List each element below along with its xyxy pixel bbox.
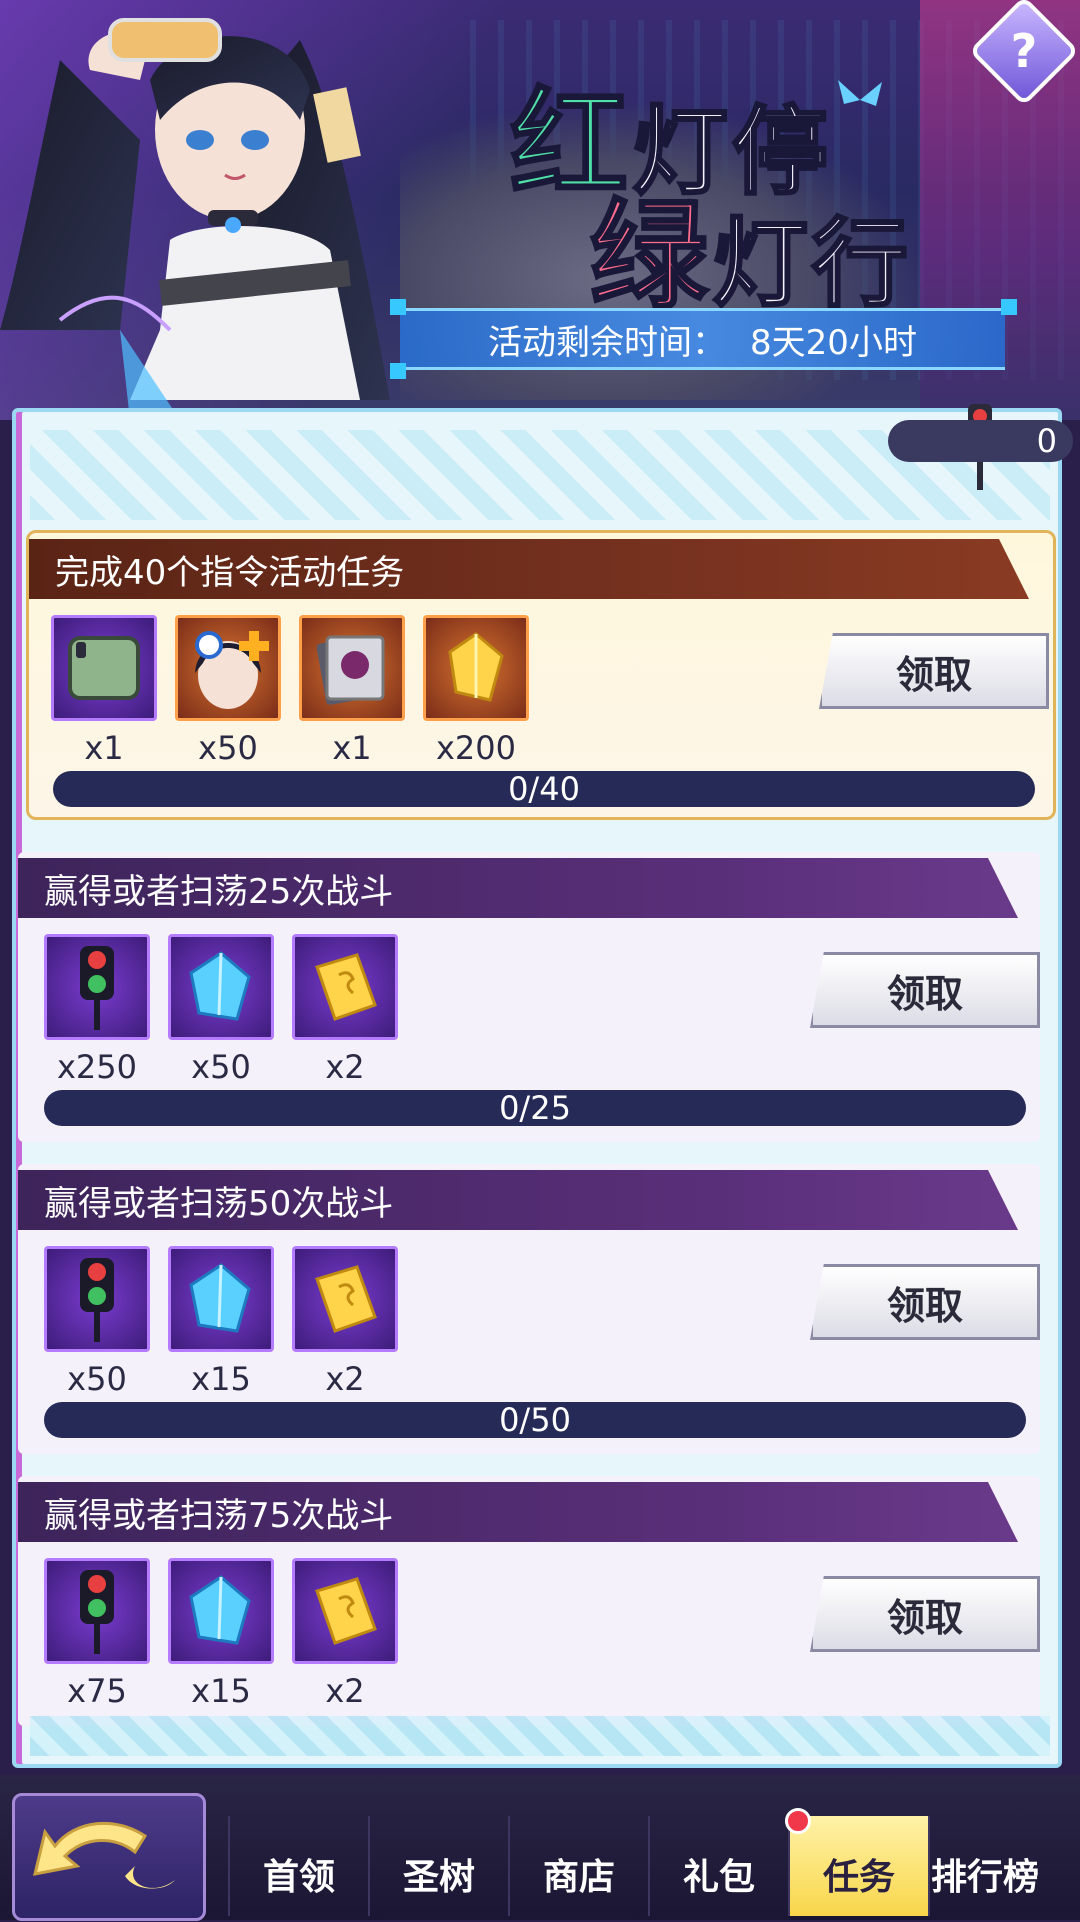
traffic-light-token-icon[interactable] <box>44 934 150 1040</box>
reward-qty: x2 <box>325 1360 365 1398</box>
event-banner: 红灯停 绿灯行 活动剩余时间： 8天20小时 ? <box>0 0 1080 420</box>
butterfly-icon <box>838 80 882 106</box>
gold-crystal-icon[interactable] <box>423 615 529 721</box>
gold-ticket-icon[interactable] <box>292 1246 398 1352</box>
reward-qty: x50 <box>67 1360 127 1398</box>
title-go-text: 灯行 <box>711 206 913 322</box>
traffic-light-token-icon[interactable] <box>44 1558 150 1664</box>
tab-boss[interactable]: 首领 <box>228 1816 368 1916</box>
blue-crystal-icon[interactable] <box>168 934 274 1040</box>
timer-value: 8天20小时 <box>750 322 917 363</box>
reward-qty: x1 <box>332 729 372 767</box>
gold-ticket-icon[interactable] <box>292 1558 398 1664</box>
reward-qty: x1 <box>84 729 124 767</box>
panel-bottom-pattern <box>30 1716 1050 1756</box>
task-card: 赢得或者扫荡50次战斗 x50 x15 x2 0/50 领取 <box>18 1164 1040 1454</box>
task-title: 赢得或者扫荡75次战斗 <box>18 1482 1018 1542</box>
claim-button[interactable]: 领取 <box>810 1576 1040 1652</box>
timer-label: 活动剩余时间： <box>488 322 727 363</box>
task-card: 赢得或者扫荡75次战斗 x75 x15 x2 领取 <box>18 1476 1040 1726</box>
tab-shop[interactable]: 商店 <box>508 1816 648 1916</box>
reward-qty: x250 <box>56 1048 137 1086</box>
traffic-light-token-icon[interactable] <box>44 1246 150 1352</box>
character-illustration <box>0 18 390 420</box>
task-title: 赢得或者扫荡25次战斗 <box>18 858 1018 918</box>
help-icon: ? <box>1010 24 1038 78</box>
reward-qty: x50 <box>191 1048 251 1086</box>
token-count: 0 <box>1036 422 1057 460</box>
title-green-char: 绿 <box>588 185 713 327</box>
task-progress: 0/25 <box>44 1089 1026 1127</box>
back-arrow-icon <box>33 1821 175 1889</box>
nav-tabs: 首领 圣树 商店 礼包 任务 排行榜 <box>228 1816 1040 1916</box>
task-progress: 0/40 <box>53 770 1035 808</box>
reward-qty: x2 <box>325 1672 365 1710</box>
task-title: 赢得或者扫荡50次战斗 <box>18 1170 1018 1230</box>
task-card: 赢得或者扫荡25次战斗 x250 x50 x2 0/25 领取 <box>18 852 1040 1142</box>
reward-qty: x200 <box>435 729 516 767</box>
card-pack-icon[interactable] <box>299 615 405 721</box>
back-button[interactable] <box>12 1793 206 1921</box>
notification-dot <box>785 1808 811 1834</box>
task-progress: 0/50 <box>44 1401 1026 1439</box>
task-title: 完成40个指令活动任务 <box>29 539 1029 599</box>
tab-holy-tree[interactable]: 圣树 <box>368 1816 508 1916</box>
frame-item-icon[interactable] <box>51 615 157 721</box>
reward-qty: x15 <box>191 1360 251 1398</box>
tab-leaderboard[interactable]: 排行榜 <box>928 1816 1040 1916</box>
event-title-line2: 绿灯行 <box>588 160 913 331</box>
claim-button[interactable]: 领取 <box>810 952 1040 1028</box>
event-timer: 活动剩余时间： 8天20小时 <box>390 299 1017 379</box>
claim-button[interactable]: 领取 <box>819 633 1049 709</box>
tab-gift-pack[interactable]: 礼包 <box>648 1816 788 1916</box>
claim-button[interactable]: 领取 <box>810 1264 1040 1340</box>
reward-qty: x75 <box>67 1672 127 1710</box>
blue-crystal-icon[interactable] <box>168 1558 274 1664</box>
token-counter: 0 <box>888 420 1073 462</box>
task-card: 完成40个指令活动任务 x1 x50 x1 x200 0/40 领取 <box>26 530 1056 820</box>
blue-crystal-icon[interactable] <box>168 1246 274 1352</box>
gold-ticket-icon[interactable] <box>292 934 398 1040</box>
event-title: 红灯停 绿灯行 <box>470 30 930 327</box>
reward-qty: x50 <box>198 729 258 767</box>
reward-qty: x15 <box>191 1672 251 1710</box>
reward-qty: x2 <box>325 1048 365 1086</box>
tab-tasks[interactable]: 任务 <box>788 1816 928 1916</box>
character-fragment-icon[interactable] <box>175 615 281 721</box>
